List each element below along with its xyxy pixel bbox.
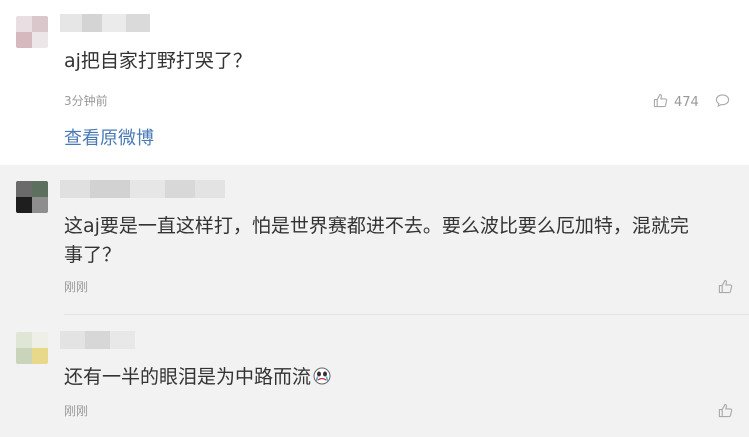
- comment-text-line-2: 事了？: [64, 244, 122, 266]
- comment-text: aj把自家打野打哭了？: [64, 50, 252, 72]
- comment-time: 3分钟前: [64, 94, 108, 108]
- comment-text-line-1: 这aj要是一直这样打，怕是世界赛都进不去。要么波比要么厄加特，混就完: [64, 215, 689, 237]
- username-blurred[interactable]: [60, 331, 135, 349]
- comment-bubble-icon[interactable]: [715, 93, 730, 112]
- avatar[interactable]: [16, 181, 48, 213]
- comment-actions: [718, 279, 733, 298]
- avatar[interactable]: [16, 332, 48, 364]
- comment-item: 还有一半的眼泪是为中路而流 刚刚: [0, 315, 749, 437]
- view-original-weibo-link[interactable]: 查看原微博: [64, 127, 154, 151]
- comment-time: 刚刚: [64, 280, 89, 294]
- comment-text: 还有一半的眼泪是为中路而流: [64, 363, 331, 391]
- crying-face-emoji-icon: [313, 365, 331, 385]
- thumbs-up-icon[interactable]: [718, 403, 733, 422]
- comment-actions: 474: [653, 93, 730, 112]
- thumbs-up-icon[interactable]: [718, 279, 733, 298]
- avatar[interactable]: [16, 16, 48, 48]
- comment-actions: [718, 403, 733, 422]
- comment-text-body: 还有一半的眼泪是为中路而流: [64, 366, 312, 388]
- username-blurred[interactable]: [60, 14, 150, 32]
- like-count[interactable]: 474: [674, 95, 699, 110]
- comment-time: 刚刚: [64, 404, 89, 418]
- username-blurred[interactable]: [60, 180, 225, 198]
- comment-item: 这aj要是一直这样打，怕是世界赛都进不去。要么波比要么厄加特，混就完 事了？ 刚…: [0, 165, 749, 315]
- comment-item: aj把自家打野打哭了？ 3分钟前 474 查看原微博: [0, 0, 749, 165]
- thumbs-up-icon[interactable]: [653, 93, 668, 112]
